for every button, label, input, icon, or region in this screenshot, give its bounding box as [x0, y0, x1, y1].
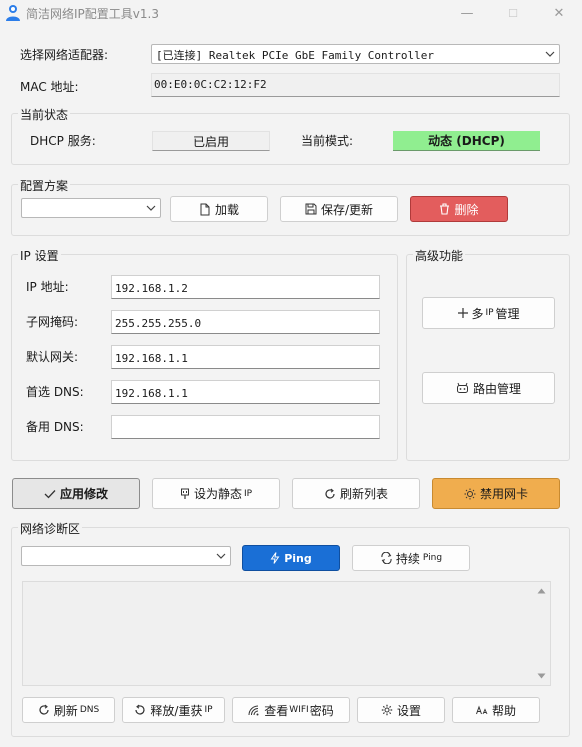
apply-changes-button[interactable]: 应用修改	[12, 478, 140, 509]
plus-icon	[458, 308, 469, 318]
settings-button[interactable]: 设置	[357, 697, 445, 723]
ping-button-label: Ping	[284, 551, 312, 565]
ip-settings-group-title: IP 设置	[18, 247, 61, 264]
refresh-dns-button[interactable]: 刷新 DNS	[22, 697, 115, 723]
network-plug-icon	[180, 488, 189, 499]
refresh-dns-label-small: DNS	[79, 705, 100, 715]
disable-adapter-label: 禁用网卡	[479, 487, 528, 501]
wifi-label-small: WIFI	[289, 705, 309, 715]
wifi-label-prefix: 查看	[264, 703, 289, 718]
secondary-dns-label: 备用 DNS:	[26, 420, 84, 434]
mac-value: 00:E0:0C:C2:12:F2	[154, 78, 267, 91]
multi-ip-button[interactable]: 多 IP 管理	[422, 297, 555, 329]
refresh-list-label: 刷新列表	[339, 487, 388, 501]
adapter-select[interactable]: [已连接] Realtek PCIe GbE Family Controller	[151, 44, 560, 64]
gateway-input[interactable]: 192.168.1.1	[111, 345, 380, 369]
help-button[interactable]: 帮助	[452, 697, 540, 723]
scroll-up-icon[interactable]	[537, 588, 546, 594]
chevron-down-icon	[216, 553, 226, 559]
diagnostics-group-title: 网络诊断区	[18, 520, 83, 537]
settings-label: 设置	[396, 703, 421, 718]
apply-changes-label: 应用修改	[59, 487, 108, 501]
load-profile-button[interactable]: 加载	[170, 196, 268, 222]
chevron-down-icon	[146, 205, 156, 211]
dhcp-value: 已启用	[192, 134, 229, 149]
refresh-icon	[325, 488, 335, 499]
refresh-icon	[39, 704, 49, 715]
save-icon	[305, 203, 317, 215]
minimize-button[interactable]: —	[444, 0, 490, 26]
chevron-down-icon	[545, 51, 555, 57]
mac-field: 00:E0:0C:C2:12:F2	[151, 73, 560, 97]
file-icon	[200, 203, 210, 215]
dhcp-value-field: 已启用	[152, 131, 270, 151]
lightbulb-icon	[464, 488, 476, 499]
release-renew-ip-button[interactable]: 释放/重获 IP	[122, 697, 225, 723]
multi-ip-label-prefix: 多	[471, 306, 484, 321]
gateway-label: 默认网关:	[26, 350, 79, 364]
trash-icon	[440, 203, 450, 215]
multi-ip-label-suffix: 管理	[495, 306, 520, 321]
profile-group-title: 配置方案	[18, 177, 71, 194]
advanced-group-title: 高级功能	[413, 247, 466, 264]
primary-dns-input[interactable]: 192.168.1.1	[111, 380, 380, 404]
refresh-ccw-icon	[135, 704, 146, 715]
check-icon	[44, 489, 56, 498]
multi-ip-label-small: IP	[485, 308, 494, 318]
maximize-button[interactable]: ☐	[490, 0, 536, 26]
output-scrollbar[interactable]	[533, 582, 550, 685]
continuous-ping-button[interactable]: 持续 Ping	[352, 545, 470, 571]
set-static-label: 设为静态	[193, 487, 242, 501]
help-label: 帮助	[491, 703, 516, 718]
window-title: 简洁网络IP配置工具v1.3	[26, 7, 159, 21]
app-user-icon	[6, 5, 20, 21]
continuous-ping-label: 持续	[395, 551, 420, 566]
adapter-label: 选择网络适配器:	[20, 48, 109, 62]
wifi-icon	[248, 705, 259, 715]
continuous-ping-label-small: Ping	[422, 553, 443, 563]
ip-address-label: IP 地址:	[26, 280, 69, 294]
gear-icon	[381, 704, 393, 716]
adapter-select-value: [已连接] Realtek PCIe GbE Family Controller	[156, 49, 435, 62]
advanced-group	[406, 254, 570, 461]
delete-profile-button[interactable]: 删除	[410, 196, 508, 222]
router-icon	[456, 382, 468, 393]
text-size-icon	[476, 705, 488, 714]
primary-dns-label: 首选 DNS:	[26, 385, 84, 399]
release-renew-label-small: IP	[204, 705, 213, 715]
mac-label: MAC 地址:	[20, 80, 79, 94]
view-wifi-password-button[interactable]: 查看 WIFI 密码	[232, 697, 350, 723]
load-profile-label: 加载	[214, 202, 239, 217]
scroll-down-icon[interactable]	[537, 673, 546, 679]
set-static-label-small: IP	[243, 488, 253, 499]
diagnostics-output[interactable]	[22, 581, 551, 686]
refresh-dns-label: 刷新	[53, 703, 78, 718]
route-management-label: 路由管理	[472, 381, 521, 396]
ping-target-select[interactable]	[21, 546, 231, 566]
close-button[interactable]: ✕	[536, 0, 582, 26]
mode-status-badge: 动态 (DHCP)	[393, 131, 540, 151]
mode-value: 动态 (DHCP)	[428, 134, 505, 148]
refresh-list-button[interactable]: 刷新列表	[292, 478, 420, 509]
mode-label: 当前模式:	[301, 134, 354, 148]
profile-select[interactable]	[21, 198, 161, 218]
save-profile-label: 保存/更新	[320, 202, 374, 217]
disable-adapter-button[interactable]: 禁用网卡	[432, 478, 560, 509]
delete-profile-label: 删除	[454, 202, 479, 217]
release-renew-label: 释放/重获	[150, 703, 203, 718]
route-management-button[interactable]: 路由管理	[422, 372, 555, 404]
repeat-icon	[381, 552, 392, 564]
save-profile-button[interactable]: 保存/更新	[280, 196, 398, 222]
lightning-icon	[270, 552, 280, 564]
dhcp-label: DHCP 服务:	[30, 134, 96, 148]
set-static-ip-button[interactable]: 设为静态 IP	[152, 478, 280, 509]
wifi-label-suffix: 密码	[309, 703, 334, 718]
subnet-mask-input[interactable]: 255.255.255.0	[111, 310, 380, 334]
subnet-mask-label: 子网掩码:	[26, 315, 79, 329]
status-group-title: 当前状态	[18, 106, 71, 123]
ping-button[interactable]: Ping	[242, 545, 340, 571]
ip-address-input[interactable]: 192.168.1.2	[111, 275, 380, 299]
secondary-dns-input[interactable]	[111, 415, 380, 439]
